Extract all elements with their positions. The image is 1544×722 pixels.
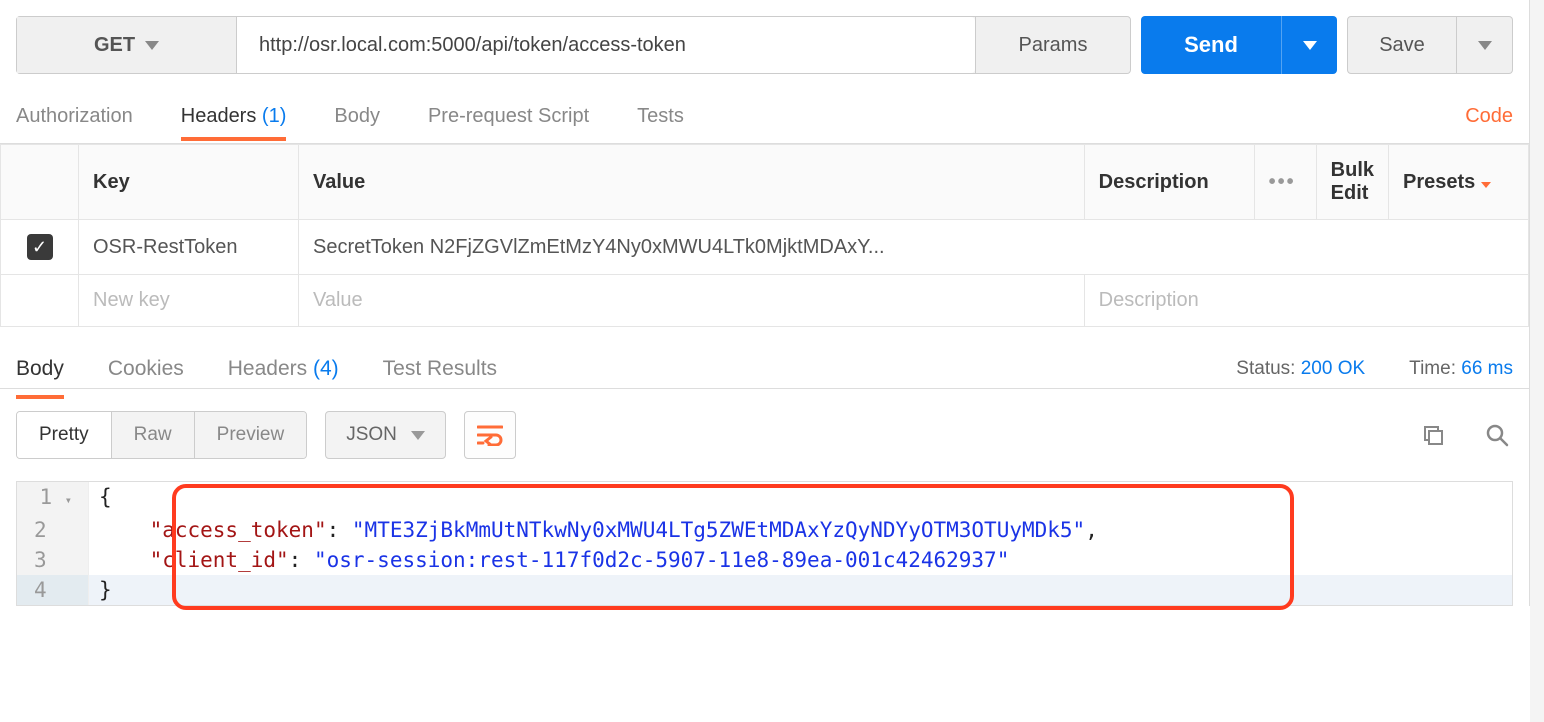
save-group: Save bbox=[1347, 16, 1513, 74]
search-icon[interactable] bbox=[1481, 419, 1513, 451]
tab-body-response[interactable]: Body bbox=[16, 357, 64, 381]
code-line: 3 "client_id": "osr-session:rest-117f0d2… bbox=[17, 545, 1512, 575]
request-bar: GET http://osr.local.com:5000/api/token/… bbox=[0, 0, 1529, 90]
chevron-down-icon bbox=[1481, 182, 1491, 188]
col-checkbox bbox=[1, 145, 79, 220]
row-checkbox[interactable]: ✓ bbox=[27, 234, 53, 260]
response-tabs: Body Cookies Headers (4) Test Results St… bbox=[0, 327, 1529, 389]
chevron-down-icon bbox=[1303, 41, 1317, 50]
headers-count-badge: (4) bbox=[313, 357, 339, 380]
save-button[interactable]: Save bbox=[1347, 16, 1457, 74]
more-icon: ••• bbox=[1269, 171, 1296, 193]
params-button[interactable]: Params bbox=[975, 17, 1130, 73]
bulk-edit-link[interactable]: Bulk Edit bbox=[1316, 145, 1388, 220]
save-dropdown-button[interactable] bbox=[1457, 16, 1513, 74]
url-input[interactable]: http://osr.local.com:5000/api/token/acce… bbox=[237, 17, 975, 73]
tab-authorization[interactable]: Authorization bbox=[16, 105, 133, 128]
send-dropdown-button[interactable] bbox=[1281, 16, 1337, 74]
table-row-new: New key Value Description bbox=[1, 275, 1529, 327]
response-time: Time: 66 ms bbox=[1409, 358, 1513, 380]
header-value-cell[interactable]: SecretToken N2FjZGVlZmEtMzY4Ny0xMWU4LTk0… bbox=[299, 220, 1529, 275]
wrap-lines-button[interactable] bbox=[464, 411, 516, 459]
new-value-input[interactable]: Value bbox=[299, 275, 1085, 327]
code-line: 4 } bbox=[17, 575, 1512, 605]
format-select[interactable]: JSON bbox=[325, 411, 446, 459]
http-method-select[interactable]: GET bbox=[17, 17, 237, 73]
headers-table: Key Value Description ••• Bulk Edit Pres… bbox=[0, 144, 1529, 327]
code-line: 1 ▾ { bbox=[17, 482, 1512, 515]
send-group: Send bbox=[1141, 16, 1337, 74]
http-method-label: GET bbox=[94, 34, 135, 57]
send-button[interactable]: Send bbox=[1141, 16, 1281, 74]
fold-icon[interactable]: ▾ bbox=[65, 493, 72, 507]
copy-icon[interactable] bbox=[1417, 419, 1449, 451]
tab-tests[interactable]: Tests bbox=[637, 105, 684, 128]
tab-test-results[interactable]: Test Results bbox=[383, 357, 497, 381]
headers-count-badge: (1) bbox=[262, 105, 286, 127]
tab-headers[interactable]: Headers (1) bbox=[181, 105, 287, 128]
tab-headers-response[interactable]: Headers (4) bbox=[228, 357, 339, 381]
presets-dropdown[interactable]: Presets bbox=[1389, 145, 1529, 220]
col-key: Key bbox=[79, 145, 299, 220]
chevron-down-icon bbox=[1478, 41, 1492, 50]
view-pretty[interactable]: Pretty bbox=[17, 412, 112, 458]
body-toolbar: Pretty Raw Preview JSON bbox=[0, 389, 1529, 481]
request-tabs: Authorization Headers (1) Body Pre-reque… bbox=[0, 90, 1529, 144]
col-description: Description bbox=[1084, 145, 1254, 220]
new-row-checkbox[interactable] bbox=[1, 275, 79, 327]
col-value: Value bbox=[299, 145, 1085, 220]
new-key-input[interactable]: New key bbox=[79, 275, 299, 327]
view-raw[interactable]: Raw bbox=[112, 412, 195, 458]
table-row: ✓ OSR-RestToken SecretToken N2FjZGVlZmEt… bbox=[1, 220, 1529, 275]
view-preview[interactable]: Preview bbox=[195, 412, 307, 458]
chevron-down-icon bbox=[411, 431, 425, 440]
new-description-input[interactable]: Description bbox=[1084, 275, 1528, 327]
view-toggle: Pretty Raw Preview bbox=[16, 411, 307, 459]
header-key-cell[interactable]: OSR-RestToken bbox=[79, 220, 299, 275]
response-status: Status: 200 OK bbox=[1236, 358, 1365, 380]
headers-table-header: Key Value Description ••• Bulk Edit Pres… bbox=[1, 145, 1529, 220]
vertical-scrollbar[interactable] bbox=[1530, 0, 1544, 722]
method-url-group: GET http://osr.local.com:5000/api/token/… bbox=[16, 16, 1131, 74]
status-value: 200 OK bbox=[1301, 358, 1365, 379]
tab-prerequest[interactable]: Pre-request Script bbox=[428, 105, 589, 128]
code-link[interactable]: Code bbox=[1465, 105, 1513, 128]
wrap-icon bbox=[477, 424, 503, 446]
response-body-code: 1 ▾ { 2 "access_token": "MTE3ZjBkMmUtNTk… bbox=[16, 481, 1513, 606]
url-text: http://osr.local.com:5000/api/token/acce… bbox=[259, 34, 686, 57]
code-line: 2 "access_token": "MTE3ZjBkMmUtNTkwNy0xM… bbox=[17, 515, 1512, 545]
tab-body-request[interactable]: Body bbox=[334, 105, 380, 128]
time-value: 66 ms bbox=[1461, 358, 1513, 379]
chevron-down-icon bbox=[145, 41, 159, 50]
col-more[interactable]: ••• bbox=[1254, 145, 1316, 220]
tab-cookies[interactable]: Cookies bbox=[108, 357, 184, 381]
